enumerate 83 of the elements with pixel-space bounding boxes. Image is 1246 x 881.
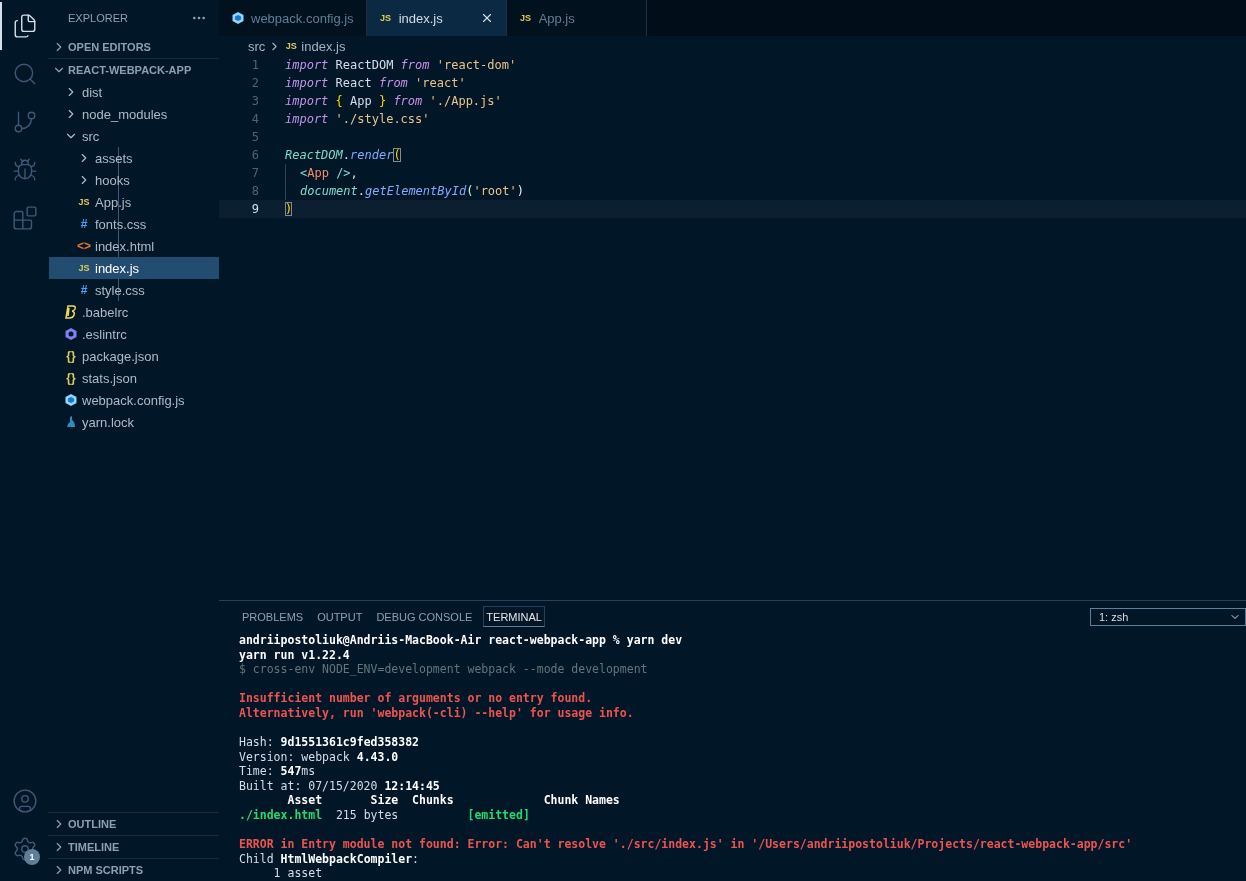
line-number: 4 <box>250 112 259 126</box>
terminal-line: $ cross-env NODE_ENV=development webpack --mode development <box>239 662 649 677</box>
file-item[interactable]: yarn.lock <box>48 411 219 433</box>
terminal-line: Alternatively, run 'webpack(-cli) --help' for usage info. <box>239 705 635 721</box>
terminal-line: Hash: 9d1551361c9fed358382 <box>239 735 421 750</box>
code-line: import { App } from './App.js' <box>285 94 502 108</box>
js-file-icon: JS <box>284 41 299 51</box>
folder-item[interactable]: node_modules <box>48 103 219 125</box>
line-number: 5 <box>250 130 259 144</box>
panel-tab[interactable]: OUTPUT <box>314 606 366 628</box>
js-file-icon: JS <box>77 197 91 207</box>
terminal-line: Insufficient number of arguments or no entry found. <box>239 691 594 706</box>
file-item[interactable]: <> index.html <box>49 235 219 257</box>
file-item[interactable]: .eslintrc <box>48 323 219 345</box>
terminal-line: 1 asset <box>272 866 324 881</box>
folder-item[interactable]: assets <box>49 147 219 169</box>
panel-tab[interactable]: TERMINAL <box>483 606 545 628</box>
file-item[interactable]: # fonts.css <box>49 213 219 235</box>
panel-tab[interactable]: PROBLEMS <box>239 606 307 628</box>
breadcrumb-folder[interactable]: src <box>248 38 266 54</box>
folder-item[interactable]: dist <box>48 81 219 103</box>
file-item[interactable]: {} stats.json <box>48 367 219 389</box>
code-line: import React from 'react' <box>285 76 466 90</box>
line-number: 6 <box>250 148 259 162</box>
code-line: import ReactDOM from 'react-dom' <box>285 58 517 72</box>
notification-badge: 1 <box>24 849 40 865</box>
editor-tab[interactable]: JS index.js <box>366 0 507 36</box>
section-header[interactable]: OUTLINE <box>48 812 219 835</box>
line-number: 8 <box>250 184 259 198</box>
section-header[interactable]: TIMELINE <box>48 835 219 858</box>
file-item[interactable]: webpack.config.js <box>48 389 219 411</box>
js-file-icon: JS <box>378 13 393 23</box>
blocks-icon <box>12 205 38 231</box>
file-item[interactable]: JS index.js <box>49 257 219 279</box>
terminal-line: Built at: 07/15/2020 12:14:45 <box>239 778 441 794</box>
line-number: 2 <box>250 76 259 90</box>
folder-item[interactable]: src <box>48 125 219 147</box>
line-number: 9 <box>250 202 259 216</box>
line-number: 1 <box>250 58 259 72</box>
line-number: 3 <box>250 94 259 108</box>
js-file-icon: JS <box>518 13 533 23</box>
branch-icon <box>12 109 38 135</box>
section-header[interactable]: OPEN EDITORS <box>48 36 219 58</box>
sidebar-title: EXPLORER <box>68 12 128 24</box>
terminal-line: Version: webpack 4.43.0 <box>239 749 400 765</box>
cube-icon <box>64 393 78 407</box>
code-line: ReactDOM.render( <box>285 148 401 162</box>
terminal-line: ERROR in Entry module not found: Error: Can't resolve './src/index.js' in '/Users/andriipostoliuk/Projects/react-webpack-app/src' <box>239 837 1134 852</box>
eslint-icon <box>64 327 78 341</box>
css-file-icon: # <box>77 283 91 297</box>
terminal-line: ./index.html 215 bytes [emitted] <box>239 808 531 823</box>
js-file-icon: JS <box>77 263 91 273</box>
file-item[interactable]: JS App.js <box>49 191 219 213</box>
code-line: <App />, <box>300 166 358 180</box>
code-line: ) <box>285 202 293 216</box>
file-item[interactable]: {} package.json <box>48 345 219 367</box>
cube-icon <box>231 11 245 25</box>
code-line: document.getElementById('root') <box>300 184 524 198</box>
file-item[interactable]: # style.css <box>49 279 219 301</box>
file-item[interactable]: .babelrc <box>48 301 219 323</box>
babel-icon <box>64 305 78 319</box>
section-header[interactable]: NPM SCRIPTS <box>48 858 219 881</box>
html-file-icon: <> <box>77 239 91 253</box>
terminal-select[interactable]: 1: zsh <box>1090 607 1246 626</box>
account-icon[interactable] <box>12 788 38 814</box>
settings-icon[interactable] <box>12 836 38 862</box>
section-header[interactable]: REACT-WEBPACK-APP <box>48 58 219 81</box>
json-file-icon: {} <box>64 349 78 363</box>
json-file-icon: {} <box>64 371 78 385</box>
terminal-line: Child HtmlWebpackCompiler: <box>239 851 421 867</box>
terminal-line: andriipostoliuk@Andriis-MacBook-Air react-webpack-app % yarn dev <box>239 632 684 648</box>
bug-icon <box>12 157 38 183</box>
line-number: 7 <box>250 166 259 180</box>
code-line: import './style.css' <box>285 112 430 126</box>
folder-item[interactable]: hooks <box>49 169 219 191</box>
terminal-line: Asset Size Chunks Chunk Names <box>286 793 621 809</box>
terminal-line: yarn run v1.22.4 <box>239 647 351 663</box>
files-icon <box>12 13 38 39</box>
terminal-line: Time: 547ms <box>239 764 317 779</box>
css-file-icon: # <box>77 217 91 231</box>
breadcrumb-file[interactable]: index.js <box>301 38 346 54</box>
panel-tab[interactable]: DEBUG CONSOLE <box>373 606 476 628</box>
search-icon <box>12 61 38 87</box>
